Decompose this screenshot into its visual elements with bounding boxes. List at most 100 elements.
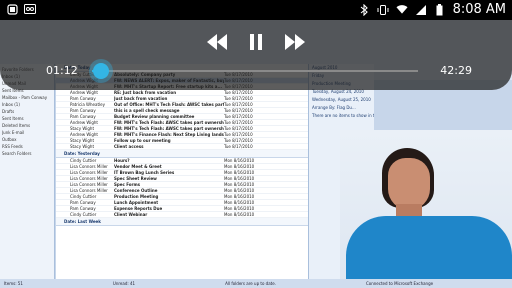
fast-forward-button[interactable] xyxy=(283,32,307,52)
message-received: Tue 8/17/2010 xyxy=(224,126,253,131)
message-received: Tue 8/17/2010 xyxy=(224,108,253,113)
message-received: Tue 8/17/2010 xyxy=(224,138,253,143)
status-items: Items: 51 xyxy=(4,281,23,286)
message-from: Cindy Cuttier xyxy=(70,212,97,217)
message-from: Pam Conway xyxy=(70,96,96,101)
message-subject: Client access xyxy=(114,144,144,149)
message-subject: Out of Office: MHT's Tech Flash: AWSC ta… xyxy=(114,102,224,107)
message-from: Stacy Wight xyxy=(70,126,95,131)
outlook-message-list: Date: TodayCindy CuttierAbsolutely: Comp… xyxy=(56,64,308,280)
message-from: Cindy Cuttier xyxy=(70,194,97,199)
message-subject: this is a spell check message xyxy=(114,108,180,113)
folder-item: Mailbox - Pam Conway xyxy=(2,95,48,100)
message-received: Tue 8/17/2010 xyxy=(224,114,253,119)
message-from: Andrew Wight xyxy=(70,132,98,137)
message-subject: Expense Reports Due xyxy=(114,206,163,211)
presenter-shirt xyxy=(346,216,512,288)
message-received: Mon 8/16/2010 xyxy=(224,212,255,217)
message-subject: Production Meeting xyxy=(114,194,159,199)
folder-item: Search Folders xyxy=(2,151,32,156)
message-received: Tue 8/17/2010 xyxy=(224,96,253,101)
todo-item: There are no items to show in this view. xyxy=(312,113,374,118)
pause-icon xyxy=(250,34,262,50)
seek-bar-thumb[interactable] xyxy=(93,63,110,79)
message-from: Pam Conway xyxy=(70,206,96,211)
todo-item: Wednesday, August 25, 2010 xyxy=(312,97,371,102)
folder-item: Junk E-mail xyxy=(2,130,25,135)
message-subject: Hours? xyxy=(114,158,130,163)
wifi-icon xyxy=(396,4,408,16)
message-from: Lisa Connors Miller xyxy=(70,176,108,181)
folder-item: Drafts xyxy=(2,109,15,114)
outlook-status-bar: Items: 51 Unread: 41 All folders are up … xyxy=(0,279,512,288)
status-connection: Connected to Microsoft Exchange xyxy=(365,281,434,286)
message-from: Andrew Wight xyxy=(70,120,98,125)
message-received: Mon 8/16/2010 xyxy=(224,170,255,175)
message-received: Tue 8/17/2010 xyxy=(224,90,253,95)
message-from: Cindy Cuttier xyxy=(70,158,97,163)
message-from: Stacy Wight xyxy=(70,138,95,143)
message-subject: Conference Outline xyxy=(114,188,158,193)
message-received: Tue 8/17/2010 xyxy=(224,102,253,107)
signal-icon xyxy=(415,4,427,16)
presenter-video xyxy=(340,130,512,288)
seek-bar[interactable] xyxy=(92,70,418,72)
message-from: Lisa Connors Miller xyxy=(70,188,108,193)
voicemail-icon xyxy=(24,3,36,15)
rewind-button[interactable] xyxy=(205,32,229,52)
message-subject: Budget Review planning committee xyxy=(114,114,195,119)
message-subject: Client Webinar xyxy=(114,212,148,217)
message-subject: RE: Just back from vacation xyxy=(114,90,177,95)
status-unread: Unread: 41 xyxy=(112,281,136,286)
message-subject: Spec Forms xyxy=(114,182,141,187)
status-time: 8:08 AM xyxy=(452,2,506,17)
message-from: Andrew Wight xyxy=(70,90,98,95)
message-subject: Lunch Appointment xyxy=(114,200,159,205)
presenter-face xyxy=(388,158,430,210)
message-subject: Spec Sheet Review xyxy=(114,176,157,181)
message-subject: Vendor Meet & Greet xyxy=(114,164,162,169)
message-received: Mon 8/16/2010 xyxy=(224,182,255,187)
folder-item: Outbox xyxy=(2,137,17,142)
message-received: Mon 8/16/2010 xyxy=(224,188,255,193)
outlook-folder-pane: Favorite Folders Inbox (1) Unread Mail S… xyxy=(0,64,55,280)
message-received: Tue 8/17/2010 xyxy=(224,132,253,137)
message-from: Pam Conway xyxy=(70,200,96,205)
folder-item: RSS Feeds xyxy=(2,144,23,149)
current-time: 01:12 xyxy=(46,64,78,77)
status-sync: All folders are up to date. xyxy=(225,281,276,286)
todo-item: Arrange By: Flag Du... xyxy=(312,105,356,110)
bluetooth-icon xyxy=(358,3,370,16)
status-bar: 8:08 AM xyxy=(0,0,512,20)
message-subject: Follow up to our meeting xyxy=(114,138,171,143)
message-from: Pam Conway xyxy=(70,108,96,113)
folder-item: Inbox (1) xyxy=(2,102,20,107)
message-received: Mon 8/16/2010 xyxy=(224,206,255,211)
message-subject: FW: MHT's Tech Flash: AWSC takes part ow… xyxy=(114,126,224,131)
pause-button[interactable] xyxy=(246,32,266,52)
battery-icon xyxy=(434,3,446,16)
vibrate-icon xyxy=(377,4,389,16)
message-group-header: Date: Yesterday xyxy=(56,150,308,158)
message-subject: FW: MHT's Finance Flash: Next Step Livin… xyxy=(114,132,224,137)
folder-item: Sent Items xyxy=(2,116,24,121)
message-subject: IT Brown Bag Lunch Series xyxy=(114,170,175,175)
message-received: Tue 8/17/2010 xyxy=(224,120,253,125)
player-controls: 01:12 42:29 xyxy=(0,20,512,90)
notification-app-icon xyxy=(6,3,18,15)
message-subject: Just back from vacation xyxy=(114,96,168,101)
fast-forward-icon xyxy=(285,34,305,50)
message-from: Pam Conway xyxy=(70,114,96,119)
message-received: Mon 8/16/2010 xyxy=(224,200,255,205)
message-group-header: Date: Last Week xyxy=(56,218,308,226)
message-received: Tue 8/17/2010 xyxy=(224,144,253,149)
message-from: Lisa Connors Miller xyxy=(70,164,108,169)
folder-item: Deleted Items xyxy=(2,123,31,128)
message-from: Lisa Connors Miller xyxy=(70,182,108,187)
message-from: Stacy Wight xyxy=(70,144,95,149)
message-received: Mon 8/16/2010 xyxy=(224,158,255,163)
message-from: Lisa Connors Miller xyxy=(70,170,108,175)
total-time: 42:29 xyxy=(440,64,472,77)
message-subject: FW: MHT's Tech Flash: AWSC takes part ow… xyxy=(114,120,224,125)
rewind-icon xyxy=(207,34,227,50)
